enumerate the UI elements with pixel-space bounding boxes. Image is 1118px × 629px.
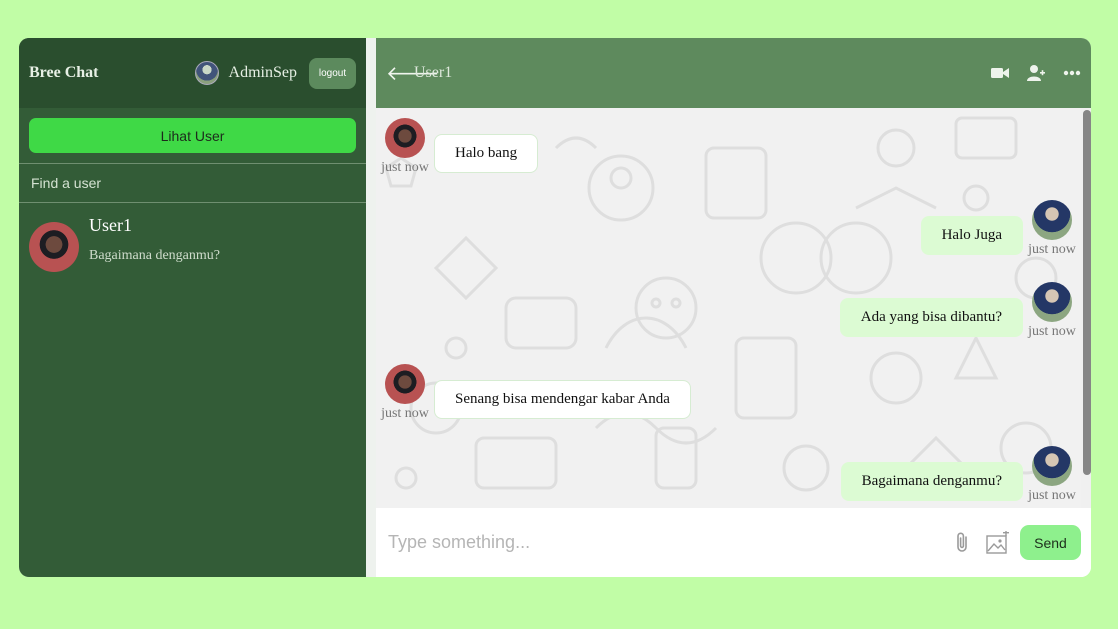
panel-separator [366, 38, 376, 577]
message-sent: just now Bagaimana denganmu? [840, 446, 1081, 504]
chat-app: Bree Chat AdminSep logout Lihat User Fin… [19, 38, 1091, 577]
chat-name: User1 [89, 215, 132, 235]
message-bubble: Halo bang [434, 134, 539, 173]
chat-avatar [29, 222, 79, 272]
message-bubble: Bagaimana denganmu? [840, 462, 1023, 501]
find-user-input[interactable]: Find a user [19, 164, 366, 202]
sender-avatar [385, 118, 425, 158]
chat-last-message: Bagaimana denganmu? [89, 248, 221, 263]
logout-button[interactable]: logout [309, 57, 356, 89]
sidebar-header: Bree Chat AdminSep logout [19, 38, 366, 108]
sender-avatar [385, 364, 425, 404]
message-received: just now Halo bang [376, 118, 539, 176]
current-user-box: AdminSep logout [194, 38, 356, 108]
more-icon[interactable] [1063, 64, 1081, 82]
message-bubble: Senang bisa mendengar kabar Anda [434, 380, 691, 419]
chat-list-item[interactable]: User1 Bagaimana denganmu? [19, 203, 366, 282]
add-user-icon[interactable] [1027, 64, 1045, 82]
sender-avatar [1032, 200, 1072, 240]
message-sent: just now Ada yang bisa dibantu? [839, 282, 1081, 340]
arrow-left-icon[interactable]: 🡐 [386, 61, 440, 85]
messages-scrollbar[interactable] [1081, 108, 1091, 508]
paperclip-icon[interactable] [952, 532, 974, 554]
message-input-bar: Send [376, 508, 1091, 577]
sender-avatar [1032, 446, 1072, 486]
sender-avatar [1032, 282, 1072, 322]
chat-panel: 🡐 User1 just now Halo bang just now Halo… [376, 38, 1091, 577]
messages-area[interactable]: just now Halo bang just now Halo Juga ju… [376, 108, 1091, 508]
current-user-avatar [194, 61, 219, 85]
message-time: just now [1028, 488, 1076, 503]
video-camera-icon[interactable] [991, 64, 1009, 82]
message-input[interactable] [388, 532, 952, 553]
send-button[interactable]: Send [1020, 525, 1081, 560]
lihat-user-button[interactable]: Lihat User [29, 118, 356, 153]
message-time: just now [381, 406, 429, 421]
current-user-name: AdminSep [228, 64, 297, 81]
message-bubble: Ada yang bisa dibantu? [839, 298, 1023, 337]
scrollbar-thumb[interactable] [1083, 110, 1091, 475]
chat-header: 🡐 User1 [376, 38, 1091, 108]
message-bubble: Halo Juga [920, 216, 1023, 255]
image-add-icon[interactable] [986, 529, 1010, 555]
message-time: just now [1028, 324, 1076, 339]
message-received: just now Senang bisa mendengar kabar And… [376, 364, 691, 422]
peer-name: User1 [414, 64, 453, 81]
sidebar: Bree Chat AdminSep logout Lihat User Fin… [19, 38, 366, 577]
message-time: just now [1028, 242, 1076, 257]
message-time: just now [381, 160, 429, 175]
message-sent: just now Halo Juga [920, 200, 1081, 258]
brand-logo: Bree Chat [29, 64, 99, 81]
